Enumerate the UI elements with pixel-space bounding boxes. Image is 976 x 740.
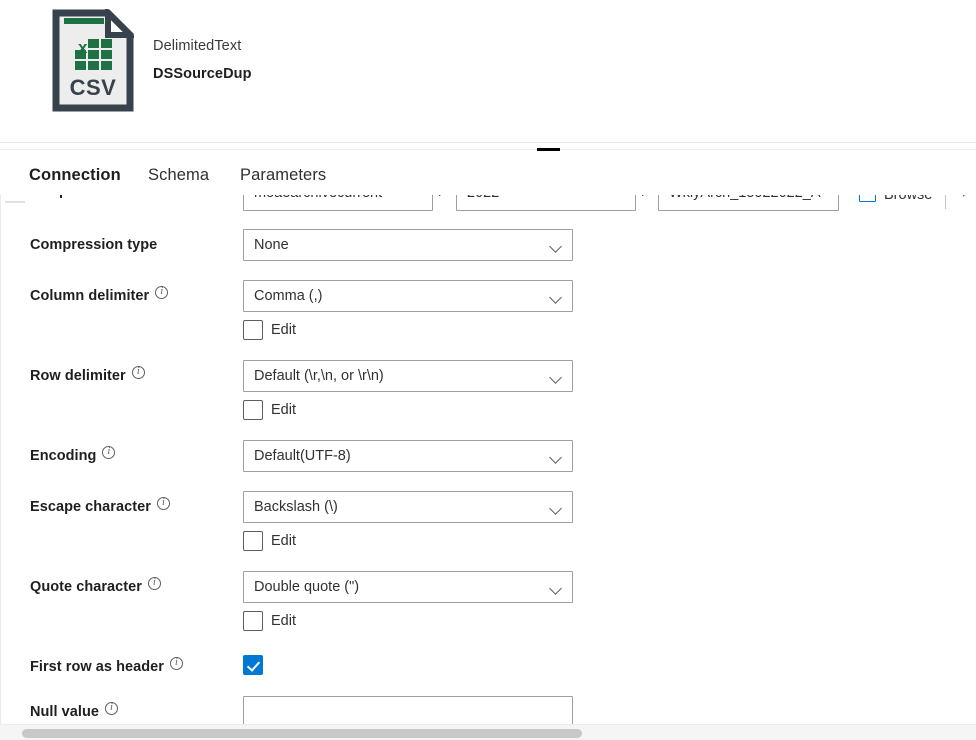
- file-path-separator: /: [439, 195, 443, 200]
- field-value: Default(UTF-8): [254, 448, 351, 464]
- field-dropdown[interactable]: Default (\r,\n, or \r\n): [243, 360, 573, 392]
- edit-checkbox[interactable]: Edit: [243, 611, 296, 631]
- csv-file-icon: x CSV: [52, 5, 138, 112]
- info-icon[interactable]: [155, 285, 169, 299]
- file-path-filename-input[interactable]: WklyArch_15022022_A: [658, 195, 839, 211]
- field-label: Column delimiter: [30, 285, 169, 306]
- field-dropdown[interactable]: Double quote ("): [243, 571, 573, 603]
- field-label-text: First row as header: [30, 659, 164, 675]
- tab-connection[interactable]: Connection: [29, 156, 121, 200]
- field-label-text: Column delimiter: [30, 288, 150, 304]
- field-dropdown[interactable]: Comma (,): [243, 280, 573, 312]
- horizontal-scrollbar[interactable]: [0, 724, 976, 740]
- field-label-text: Quote character: [30, 579, 142, 595]
- dataset-properties-panel: x CSV DelimitedText DSSourceDup Connecti…: [0, 0, 976, 740]
- tab-parameters[interactable]: Parameters: [240, 156, 326, 200]
- edit-checkbox[interactable]: Edit: [243, 320, 296, 340]
- field-value: Double quote ("): [254, 579, 360, 595]
- file-path-row: File path moaearchivecurrent / 2022 / Wk…: [1, 195, 976, 219]
- collapse-handle[interactable]: [537, 148, 560, 151]
- chevron-down-icon[interactable]: [549, 502, 562, 515]
- edit-checkbox-label: Edit: [271, 322, 296, 338]
- checkbox-icon[interactable]: [243, 320, 263, 340]
- chevron-down-icon[interactable]: [549, 582, 562, 595]
- file-path-label: File path: [30, 195, 90, 199]
- edit-checkbox-label: Edit: [271, 533, 296, 549]
- field-label-text: Row delimiter: [30, 368, 126, 384]
- field-textbox[interactable]: [243, 696, 573, 724]
- field-label: Quote character: [30, 576, 161, 597]
- collapse-handle-track: [0, 149, 976, 150]
- dataset-type-label: DelimitedText: [153, 38, 242, 54]
- field-value: Comma (,): [254, 288, 323, 304]
- file-path-container-input[interactable]: moaearchivecurrent: [243, 195, 433, 211]
- edit-checkbox[interactable]: Edit: [243, 531, 296, 551]
- field-label: Encoding: [30, 445, 116, 466]
- file-path-directory-input[interactable]: 2022: [456, 195, 636, 211]
- field-label: First row as header: [30, 656, 183, 677]
- field-value: Backslash (\): [254, 499, 338, 515]
- header-text-block: DelimitedText DSSourceDup: [153, 36, 252, 84]
- field-label-text: Encoding: [30, 448, 97, 464]
- field-label: Row delimiter: [30, 365, 145, 386]
- info-icon[interactable]: [105, 701, 118, 715]
- tab-schema[interactable]: Schema: [148, 156, 209, 200]
- connection-form-scroll-area[interactable]: File path moaearchivecurrent / 2022 / Wk…: [0, 195, 976, 724]
- field-label-text: Compression type: [30, 237, 158, 253]
- field-label: Escape character: [30, 496, 170, 517]
- first-row-as-header-checkbox[interactable]: [243, 655, 263, 675]
- field-label-text: Escape character: [30, 499, 151, 515]
- checkbox-icon[interactable]: [243, 531, 263, 551]
- info-icon[interactable]: [102, 445, 116, 459]
- checkbox-icon[interactable]: [243, 611, 263, 631]
- info-icon[interactable]: [147, 576, 161, 590]
- info-icon[interactable]: [169, 656, 183, 670]
- browse-button-label: Browse: [884, 195, 933, 203]
- field-label: Null value: [30, 701, 118, 722]
- edit-checkbox-label: Edit: [271, 613, 296, 629]
- checkbox-checked-icon[interactable]: [243, 655, 263, 675]
- field-label-text: Null value: [30, 704, 99, 720]
- chevron-right-icon[interactable]: [963, 195, 968, 197]
- checkbox-icon[interactable]: [243, 400, 263, 420]
- horizontal-scrollbar-thumb[interactable]: [22, 729, 582, 738]
- folder-icon: [859, 195, 876, 202]
- chevron-down-icon[interactable]: [549, 240, 562, 253]
- info-icon[interactable]: [156, 496, 170, 510]
- edit-checkbox[interactable]: Edit: [243, 400, 296, 420]
- file-path-separator: /: [642, 195, 646, 200]
- dataset-name-label: DSSourceDup: [153, 66, 252, 82]
- toolbar-divider: [945, 195, 946, 209]
- field-value: Default (\r,\n, or \r\n): [254, 368, 384, 384]
- info-icon[interactable]: [131, 365, 145, 379]
- chevron-down-icon[interactable]: [549, 371, 562, 384]
- browse-button[interactable]: Browse: [859, 195, 932, 211]
- field-value: None: [254, 237, 289, 253]
- svg-text:CSV: CSV: [70, 75, 117, 100]
- field-dropdown[interactable]: None: [243, 229, 573, 261]
- field-label: Compression type: [30, 235, 157, 255]
- chevron-down-icon[interactable]: [549, 451, 562, 464]
- chevron-down-icon[interactable]: [549, 291, 562, 304]
- edit-checkbox-label: Edit: [271, 402, 296, 418]
- scroll-top-rule: [5, 201, 25, 203]
- panel-header: x CSV DelimitedText DSSourceDup: [0, 0, 976, 143]
- field-dropdown[interactable]: Backslash (\): [243, 491, 573, 523]
- field-dropdown[interactable]: Default(UTF-8): [243, 440, 573, 472]
